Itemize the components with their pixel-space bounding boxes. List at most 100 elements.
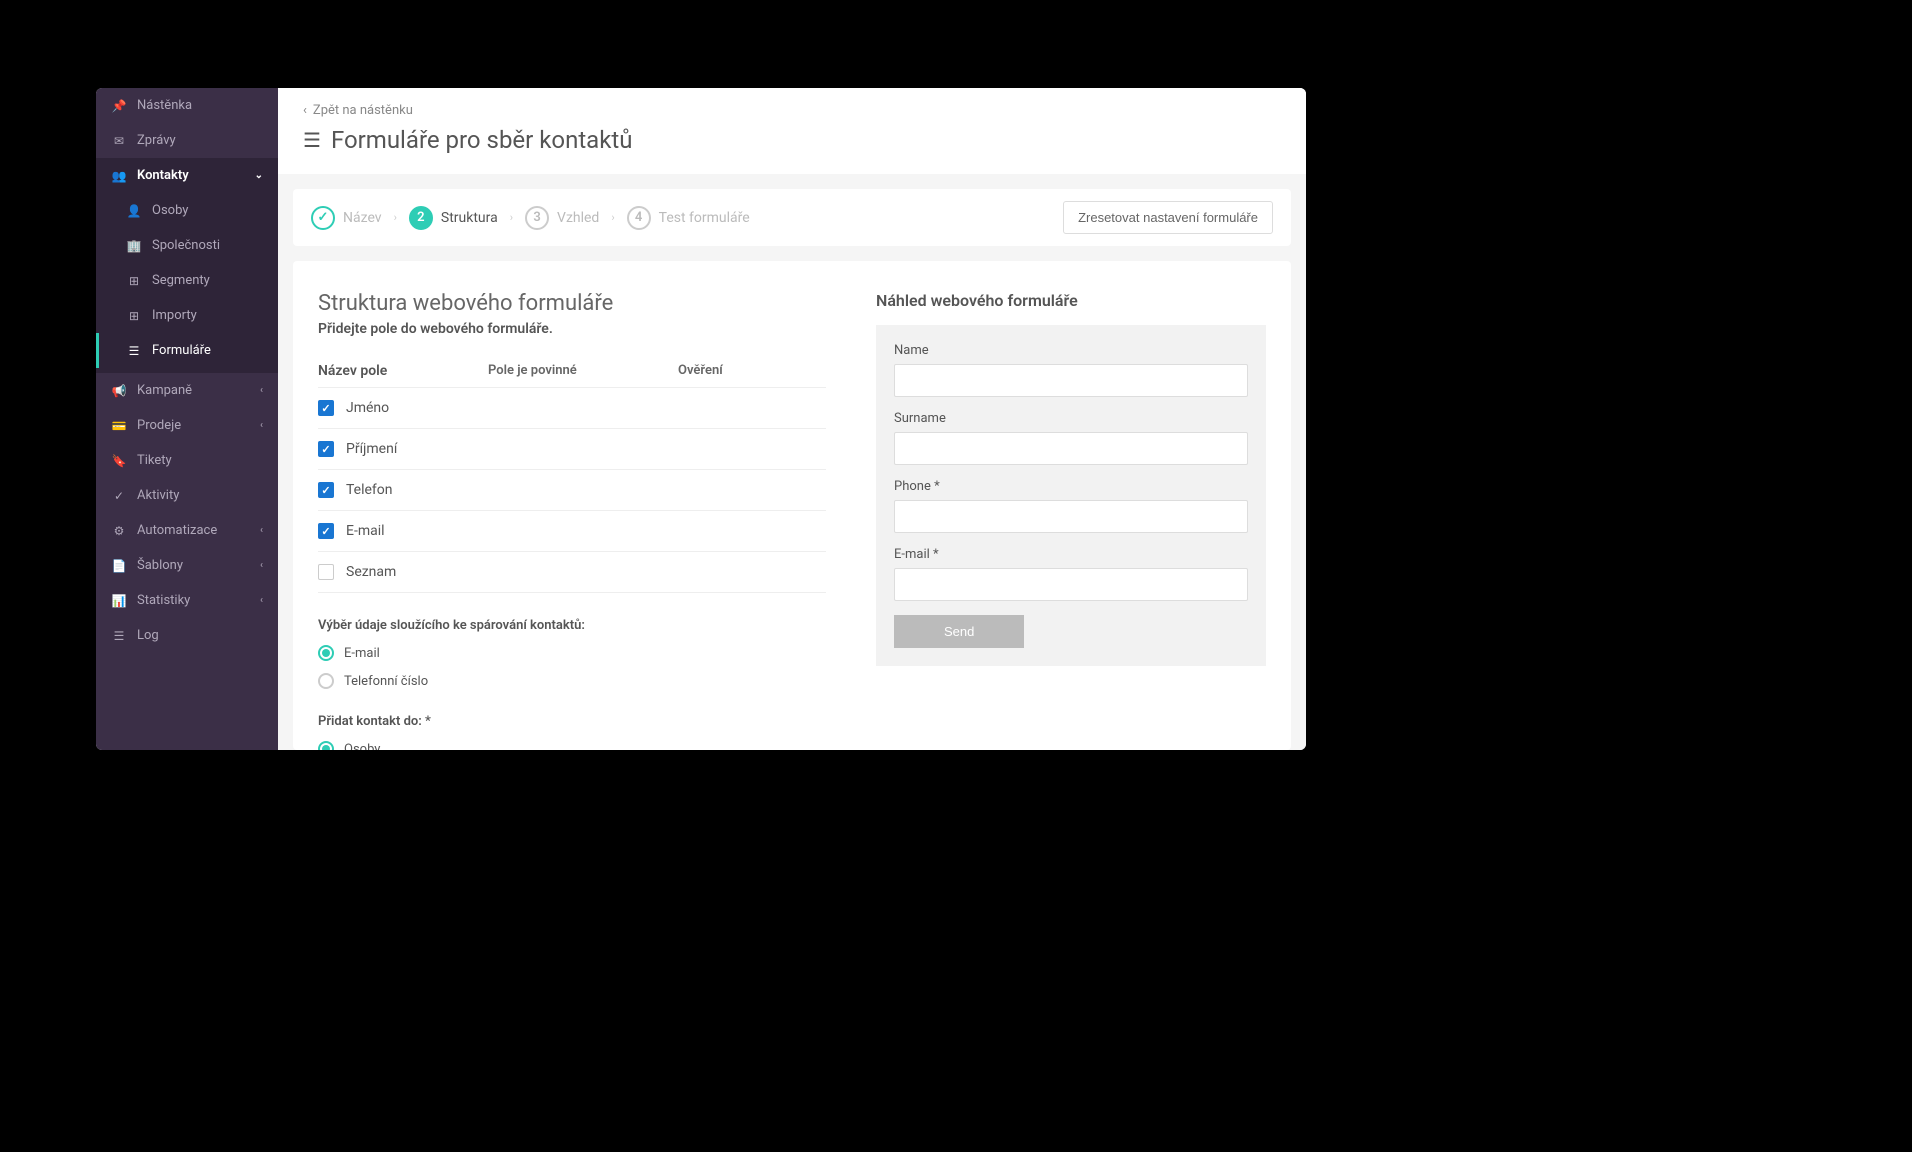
field-checkbox[interactable] xyxy=(318,564,334,580)
preview-label: Surname xyxy=(894,411,1248,426)
bookmark-icon: 🔖 xyxy=(111,454,127,468)
preview-label: Name xyxy=(894,343,1248,358)
field-label: Jméno xyxy=(346,400,389,416)
sidebar-label: Segmenty xyxy=(152,273,210,288)
step-number: 4 xyxy=(627,206,651,230)
sidebar-label: Osoby xyxy=(152,203,188,218)
radio-label: Telefonní číslo xyxy=(344,674,428,689)
chevron-right-icon: › xyxy=(611,211,614,224)
step-label: Test formuláře xyxy=(659,210,750,226)
section-subtitle: Přidejte pole do webového formuláře. xyxy=(318,321,826,337)
sidebar-item-kampane[interactable]: 📢 Kampaně ‹ xyxy=(96,373,278,408)
envelope-icon: ✉ xyxy=(111,134,127,148)
sidebar-item-nastenka[interactable]: 📌 Nástěnka xyxy=(96,88,278,123)
radio-input[interactable] xyxy=(318,673,334,689)
sidebar-label: Šablony xyxy=(137,558,183,573)
preview-input-surname[interactable] xyxy=(894,432,1248,465)
sidebar-item-statistiky[interactable]: 📊 Statistiky ‹ xyxy=(96,583,278,618)
radio-email[interactable]: E-mail xyxy=(318,645,826,661)
sidebar-item-osoby[interactable]: 👤 Osoby xyxy=(96,193,278,228)
list-icon: ☰ xyxy=(126,344,142,358)
radio-label: E-mail xyxy=(344,646,380,661)
page-header: ‹ Zpět na nástěnku ☰ Formuláře pro sběr … xyxy=(278,88,1306,174)
field-label: Seznam xyxy=(346,564,396,580)
chevron-down-icon: ⌄ xyxy=(255,170,263,181)
preview-input-email[interactable] xyxy=(894,568,1248,601)
sidebar-label: Tikety xyxy=(137,453,172,468)
pairing-section: Výběr údaje sloužícího ke spárování kont… xyxy=(318,618,826,689)
sidebar-item-importy[interactable]: ⊞ Importy xyxy=(96,298,278,333)
sidebar-label: Zprávy xyxy=(137,133,176,148)
app-window: 📌 Nástěnka ✉ Zprávy 👥 Kontakty ⌄ 👤 Osoby… xyxy=(96,88,1306,750)
sidebar-label: Kampaně xyxy=(137,383,192,398)
sidebar: 📌 Nástěnka ✉ Zprávy 👥 Kontakty ⌄ 👤 Osoby… xyxy=(96,88,278,750)
field-checkbox[interactable] xyxy=(318,482,334,498)
step-nazev[interactable]: ✓ Název xyxy=(311,206,382,230)
sidebar-label: Automatizace xyxy=(137,523,217,538)
sidebar-item-automatizace[interactable]: ⚙ Automatizace ‹ xyxy=(96,513,278,548)
field-header: Název pole Pole je povinné Ověření xyxy=(318,355,826,388)
field-checkbox[interactable] xyxy=(318,523,334,539)
sidebar-item-tikety[interactable]: 🔖 Tikety xyxy=(96,443,278,478)
chevron-left-icon: ‹ xyxy=(260,595,263,606)
chart-icon: 📊 xyxy=(111,594,127,608)
table-icon: ⊞ xyxy=(126,309,142,323)
radio-input[interactable] xyxy=(318,741,334,750)
chevron-left-icon: ‹ xyxy=(260,385,263,396)
back-link[interactable]: ‹ Zpět na nástěnku xyxy=(303,103,1281,118)
sidebar-item-segmenty[interactable]: ⊞ Segmenty xyxy=(96,263,278,298)
preview-field-phone: Phone * xyxy=(894,479,1248,533)
field-table: Název pole Pole je povinné Ověření Jméno xyxy=(318,355,826,593)
user-icon: 👤 xyxy=(126,204,142,218)
sidebar-item-log[interactable]: ☰ Log xyxy=(96,618,278,653)
field-checkbox[interactable] xyxy=(318,400,334,416)
chevron-right-icon: › xyxy=(394,211,397,224)
megaphone-icon: 📢 xyxy=(111,384,127,398)
sidebar-item-prodeje[interactable]: 💳 Prodeje ‹ xyxy=(96,408,278,443)
grid-icon: ⊞ xyxy=(126,274,142,288)
step-struktura[interactable]: 2 Struktura xyxy=(409,206,498,230)
field-label: Telefon xyxy=(346,482,393,498)
step-number: 3 xyxy=(525,206,549,230)
building-icon: 🏢 xyxy=(126,239,142,253)
title-text: Formuláře pro sběr kontaktů xyxy=(331,126,633,154)
steps-bar: ✓ Název › 2 Struktura › 3 Vzhled › 4 Tes… xyxy=(293,189,1291,246)
file-icon: 📄 xyxy=(111,559,127,573)
preview-input-phone[interactable] xyxy=(894,500,1248,533)
radio-telefon[interactable]: Telefonní číslo xyxy=(318,673,826,689)
field-label: E-mail xyxy=(346,523,385,539)
pin-icon: 📌 xyxy=(111,99,127,113)
check-icon: ✓ xyxy=(111,489,127,503)
preview-form-box: Name Surname Phone * E-mail * xyxy=(876,325,1266,666)
step-test[interactable]: 4 Test formuláře xyxy=(627,206,750,230)
radio-osoby[interactable]: Osoby xyxy=(318,741,826,750)
radio-input[interactable] xyxy=(318,645,334,661)
sidebar-label: Prodeje xyxy=(137,418,181,433)
field-row-telefon: Telefon xyxy=(318,470,826,511)
preview-field-email: E-mail * xyxy=(894,547,1248,601)
field-checkbox[interactable] xyxy=(318,441,334,457)
sidebar-label: Kontakty xyxy=(137,168,189,183)
sidebar-label: Společnosti xyxy=(152,238,220,253)
preview-input-name[interactable] xyxy=(894,364,1248,397)
col-name-header: Název pole xyxy=(318,363,488,379)
preview-label: Phone * xyxy=(894,479,1248,494)
preview-submit-button[interactable]: Send xyxy=(894,615,1024,648)
sidebar-group-kontakty: 👥 Kontakty ⌄ 👤 Osoby 🏢 Společnosti ⊞ Seg… xyxy=(96,158,278,373)
users-icon: 👥 xyxy=(111,169,127,183)
sidebar-label: Statistiky xyxy=(137,593,190,608)
sidebar-item-aktivity[interactable]: ✓ Aktivity xyxy=(96,478,278,513)
sidebar-item-spolecnosti[interactable]: 🏢 Společnosti xyxy=(96,228,278,263)
step-vzhled[interactable]: 3 Vzhled xyxy=(525,206,599,230)
sidebar-item-formulare[interactable]: ☰ Formuláře xyxy=(96,333,278,368)
sidebar-label: Importy xyxy=(152,308,197,323)
sidebar-item-zpravy[interactable]: ✉ Zprávy xyxy=(96,123,278,158)
sidebar-item-kontakty[interactable]: 👥 Kontakty ⌄ xyxy=(96,158,278,193)
sidebar-label: Log xyxy=(137,628,159,643)
reset-button[interactable]: Zresetovat nastavení formuláře xyxy=(1063,201,1273,234)
field-row-seznam: Seznam xyxy=(318,552,826,593)
field-label: Příjmení xyxy=(346,441,397,457)
chevron-left-icon: ‹ xyxy=(260,525,263,536)
sidebar-item-sablony[interactable]: 📄 Šablony ‹ xyxy=(96,548,278,583)
pairing-label: Výběr údaje sloužícího ke spárování kont… xyxy=(318,618,826,633)
